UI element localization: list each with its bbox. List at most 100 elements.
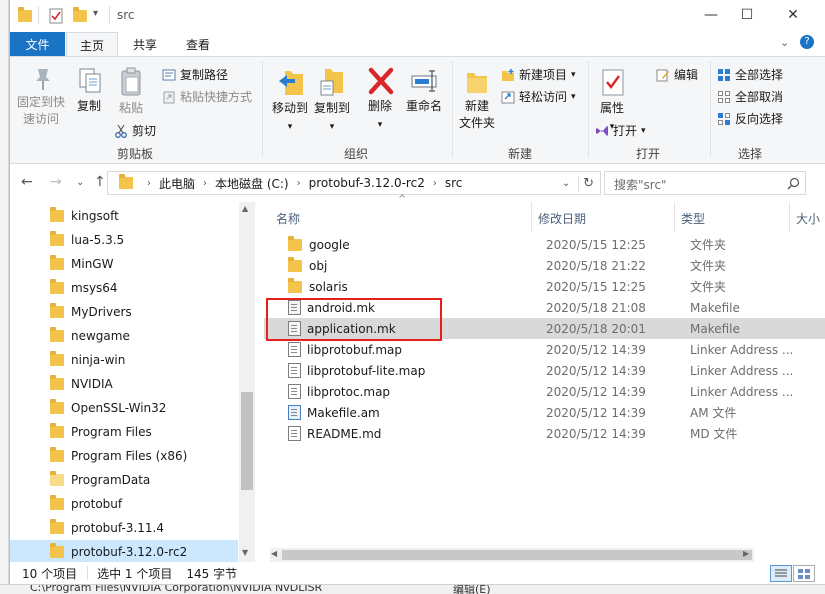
file-type: 文件夹 [690,259,727,273]
copy-to-button[interactable]: 复制到 ▾ [310,67,354,136]
edit-button[interactable]: 编辑 [656,66,698,83]
recent-dropdown-icon[interactable]: ⌄ [76,177,84,188]
scroll-left-icon[interactable]: ◀ [271,549,277,558]
scroll-right-icon[interactable]: ▶ [743,549,749,558]
column-header-date[interactable]: 修改日期 [538,206,586,230]
nav-scrollbar-thumb[interactable] [241,392,253,490]
select-none-button[interactable]: 全部取消 [717,88,783,105]
paste-icon [119,67,148,100]
search-placeholder: 搜索"src" [614,178,667,192]
column-header-name[interactable]: 名称 [276,206,300,230]
document-icon [288,426,301,441]
back-arrow-icon[interactable]: ← [21,174,33,190]
address-history-dropdown-icon[interactable]: ⌄ [562,178,570,189]
horizontal-scrollbar-thumb[interactable] [282,550,752,560]
nav-item[interactable]: kingsoft [10,204,238,228]
file-date: 2020/5/15 12:25 [546,279,646,294]
cut-button[interactable]: 剪切 [114,122,156,139]
search-box[interactable]: 搜索"src" [604,171,806,195]
copy-path-button[interactable]: 复制路径 [162,66,228,83]
new-folder-quick-icon[interactable] [73,7,87,22]
column-header-size[interactable]: 大小 [796,206,820,230]
ribbon-collapse-icon[interactable]: ⌄ [780,36,789,49]
tab-view[interactable]: 查看 [170,32,226,56]
new-folder-button[interactable]: 新建 文件夹 [456,67,498,132]
tab-file[interactable]: 文件 [10,32,65,56]
file-name: libprotoc.map [307,384,391,399]
nav-item[interactable]: ninja-win [10,348,238,372]
file-row[interactable]: libprotobuf-lite.map 2020/5/12 14:39 Linke… [264,360,825,381]
tab-share[interactable]: 共享 [120,32,170,56]
file-date: 2020/5/15 12:25 [546,237,646,252]
nav-item[interactable]: lua-5.3.5 [10,228,238,252]
copy-button[interactable]: 复制 [72,67,106,115]
file-name: README.md [307,426,382,441]
copy-path-icon [162,69,176,80]
tab-home[interactable]: 主页 [66,32,118,57]
file-row[interactable]: libprotobuf.map 2020/5/12 14:39 Linker Add… [264,339,825,360]
column-divider[interactable] [789,202,790,232]
forward-arrow-icon[interactable]: → [50,174,62,190]
nav-scrollbar[interactable]: ▲ ▼ [239,202,255,562]
search-icon[interactable] [787,177,800,190]
nav-item[interactable]: newgame [10,324,238,348]
maximize-button[interactable]: ☐ [724,0,770,30]
up-arrow-icon[interactable]: ↑ [94,174,106,190]
qa-dropdown-icon[interactable]: ▾ [93,8,98,19]
nav-item[interactable]: ProgramData [10,468,238,492]
large-icons-view-icon[interactable] [793,565,815,582]
new-item-button[interactable]: 新建项目 ▾ [501,66,576,83]
sort-ascending-icon: ^ [398,194,407,205]
organize-group-label: 组织 [343,147,368,161]
nav-scroll-up-icon[interactable]: ▲ [242,204,248,213]
file-row[interactable]: solaris 2020/5/15 12:25 文件夹 [264,276,825,297]
nav-item-label: ProgramData [71,473,151,487]
address-bar[interactable]: › 此电脑 › 本地磁盘 (C:) › protobuf-3.12.0-rc2 … [107,171,601,195]
horizontal-scrollbar[interactable]: ◀ ▶ [270,548,754,562]
easy-access-button[interactable]: 轻松访问 ▾ [501,88,576,105]
pin-quick-access-button[interactable]: 固定到快 速访问 [16,67,66,128]
paste-shortcut-button[interactable]: 粘贴快捷方式 [162,88,252,105]
help-icon[interactable]: ? [800,35,814,49]
select-all-button[interactable]: 全部选择 [717,66,783,83]
file-row[interactable]: libprotoc.map 2020/5/12 14:39 Linker Addre… [264,381,825,402]
nav-item[interactable]: NVIDIA [10,372,238,396]
nav-item[interactable]: protobuf [10,492,238,516]
column-header-type[interactable]: 类型 [681,206,705,230]
file-name: libprotobuf.map [307,342,403,357]
folder-icon [50,423,64,438]
file-row[interactable]: obj 2020/5/18 21:22 文件夹 [264,255,825,276]
nav-item[interactable]: Program Files (x86) [10,444,238,468]
close-button[interactable]: ✕ [770,0,816,30]
open-button[interactable]: 打开 ▾ [595,122,646,139]
file-row[interactable]: google 2020/5/15 12:25 文件夹 [264,234,825,255]
rename-button[interactable]: 重命名 [402,67,446,115]
breadcrumb-protobuf[interactable]: protobuf-3.12.0-rc2 [309,176,425,190]
paste-button[interactable]: 粘贴 [114,67,148,117]
nav-item[interactable]: protobuf-3.12.0-rc2 [10,540,238,562]
breadcrumb-src[interactable]: src [445,176,463,190]
breadcrumb-this-pc[interactable]: 此电脑 [159,175,195,192]
invert-selection-button[interactable]: 反向选择 [717,110,783,127]
refresh-icon[interactable]: ↻ [578,175,594,191]
move-to-button[interactable]: 移动到 ▾ [268,67,312,136]
paste-shortcut-icon [163,91,175,103]
new-folder-label: 新建 文件夹 [458,99,495,130]
properties-quick-icon[interactable] [49,8,63,24]
nav-item[interactable]: MinGW [10,252,238,276]
nav-item[interactable]: Program Files [10,420,238,444]
nav-item[interactable]: OpenSSL-Win32 [10,396,238,420]
nav-item[interactable]: msys64 [10,276,238,300]
details-view-icon[interactable] [770,565,792,582]
nav-scroll-down-icon[interactable]: ▼ [242,548,248,557]
column-divider[interactable] [531,202,532,232]
nav-item-label: msys64 [71,281,118,295]
breadcrumb-local-disk[interactable]: 本地磁盘 (C:) [215,175,289,192]
nav-item[interactable]: protobuf-3.11.4 [10,516,238,540]
file-row[interactable]: README.md 2020/5/12 14:39 MD 文件 [264,423,825,444]
nav-item-label: lua-5.3.5 [71,233,125,247]
file-row[interactable]: Makefile.am 2020/5/12 14:39 AM 文件 [264,402,825,423]
nav-item[interactable]: MyDrivers [10,300,238,324]
delete-button[interactable]: 删除 ▾ [362,67,398,134]
column-divider[interactable] [674,202,675,232]
